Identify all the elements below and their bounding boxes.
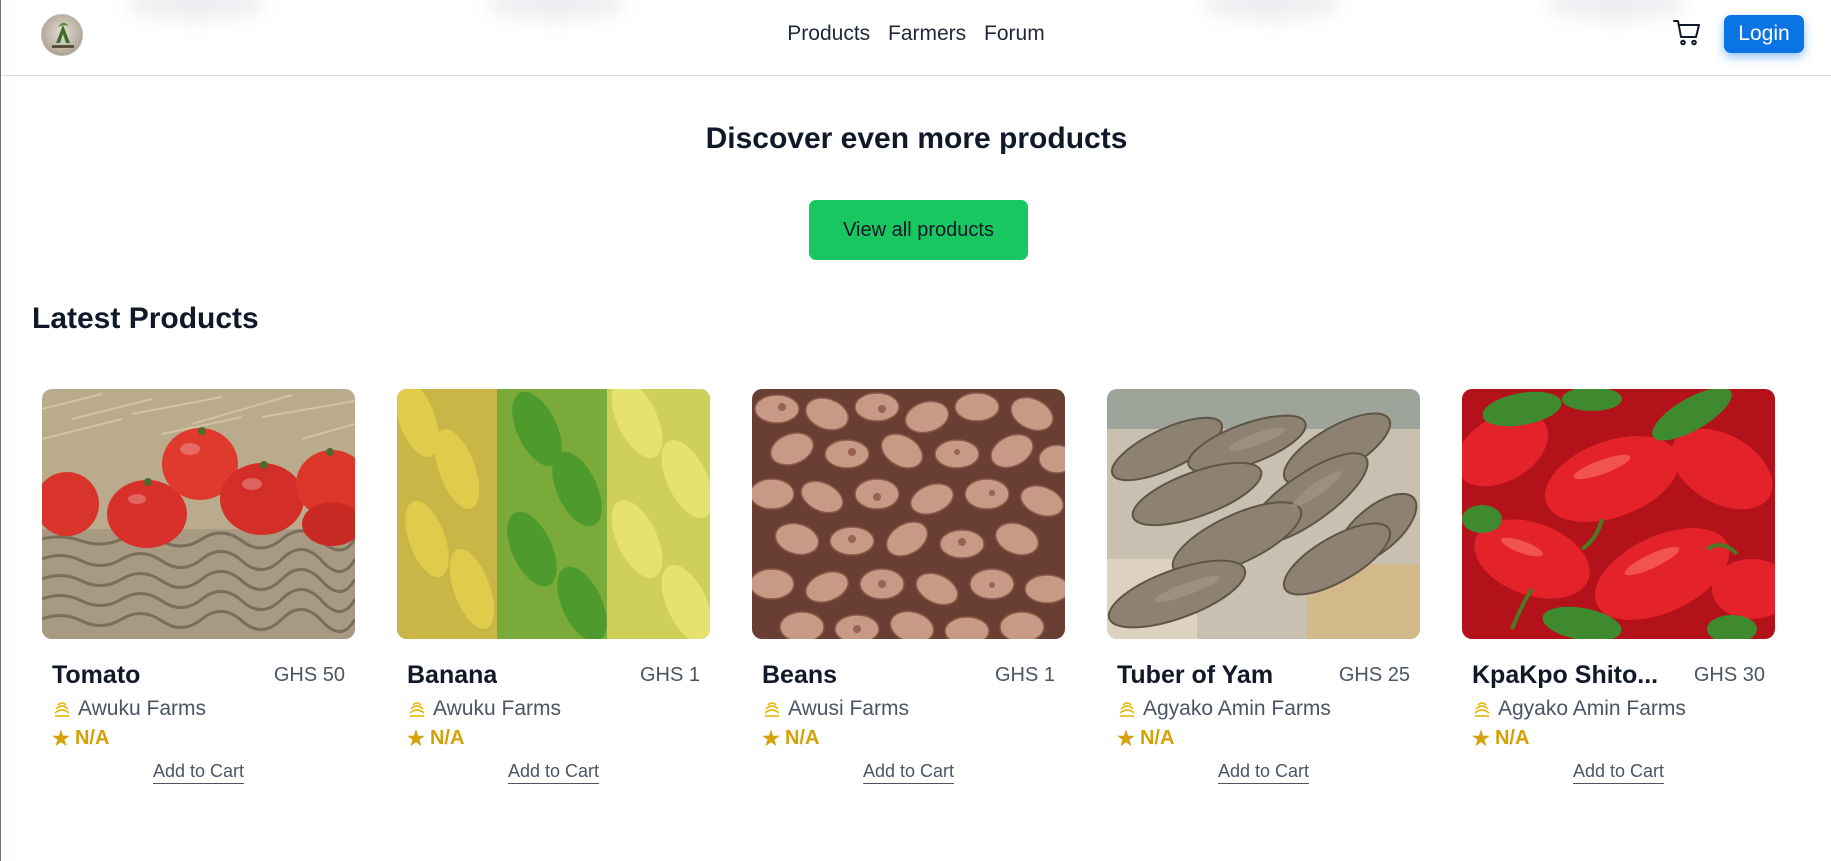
rating-value: N/A: [1494, 726, 1530, 749]
product-rating: ★ N/A: [407, 723, 710, 753]
nav-products[interactable]: Products: [787, 22, 870, 45]
product-price: GHS 1: [994, 664, 1055, 686]
discover-title: Discover even more products: [705, 122, 1128, 155]
product-rating: ★ N/A: [52, 723, 355, 753]
wheat-icon: [1472, 699, 1492, 719]
product-card[interactable]: Banana GHS 1 Awuku Farms ★ N/A Add to Ca…: [397, 389, 710, 784]
product-name[interactable]: Beans: [762, 661, 837, 690]
product-farm: Awusi Farms: [762, 695, 1065, 723]
nav-forum[interactable]: Forum: [984, 22, 1045, 45]
top-navbar: Products Farmers Forum Login: [1, 0, 1831, 76]
product-name[interactable]: Banana: [407, 661, 497, 690]
nav-farmers[interactable]: Farmers: [888, 22, 966, 45]
product-image-peppers[interactable]: [1462, 389, 1775, 639]
rating-value: N/A: [1139, 726, 1175, 749]
header-decoration: [1546, 0, 1686, 20]
product-rating: ★ N/A: [1117, 723, 1420, 753]
product-image-tomato[interactable]: [42, 389, 355, 639]
product-name[interactable]: KpaKpo Shito...: [1472, 661, 1658, 690]
header-decoration: [1201, 0, 1341, 20]
rating-value: N/A: [429, 726, 465, 749]
add-to-cart-button[interactable]: Add to Cart: [1572, 761, 1665, 784]
wheat-icon: [1117, 699, 1137, 719]
wheat-icon: [407, 699, 427, 719]
header-decoration: [126, 0, 266, 20]
product-rating: ★ N/A: [762, 723, 1065, 753]
product-image-banana[interactable]: [397, 389, 710, 639]
star-icon: ★: [762, 727, 780, 750]
header-decoration: [486, 0, 626, 20]
product-rating: ★ N/A: [1472, 723, 1775, 753]
add-to-cart-button[interactable]: Add to Cart: [507, 761, 600, 784]
farm-name[interactable]: Awuku Farms: [78, 697, 206, 721]
product-name[interactable]: Tuber of Yam: [1117, 661, 1273, 690]
product-card[interactable]: KpaKpo Shito... GHS 30 Agyako Amin Farms…: [1462, 389, 1775, 784]
wheat-icon: [762, 699, 782, 719]
product-farm: Awuku Farms: [407, 695, 710, 723]
rating-value: N/A: [74, 726, 110, 749]
main-nav: Products Farmers Forum: [1, 22, 1831, 46]
star-icon: ★: [52, 727, 70, 750]
product-card[interactable]: Tuber of Yam GHS 25 Agyako Amin Farms ★ …: [1107, 389, 1420, 784]
product-image-yam[interactable]: [1107, 389, 1420, 639]
shopping-cart-icon[interactable]: [1671, 16, 1703, 48]
star-icon: ★: [407, 727, 425, 750]
farm-name[interactable]: Agyako Amin Farms: [1143, 697, 1331, 721]
farm-name[interactable]: Awuku Farms: [433, 697, 561, 721]
product-name[interactable]: Tomato: [52, 661, 140, 690]
add-to-cart-button[interactable]: Add to Cart: [862, 761, 955, 784]
product-price: GHS 50: [273, 664, 345, 686]
star-icon: ★: [1117, 727, 1135, 750]
add-to-cart-button[interactable]: Add to Cart: [152, 761, 245, 784]
product-farm: Agyako Amin Farms: [1117, 695, 1420, 723]
rating-value: N/A: [784, 726, 820, 749]
star-icon: ★: [1472, 727, 1490, 750]
product-farm: Agyako Amin Farms: [1472, 695, 1775, 723]
product-farm: Awuku Farms: [52, 695, 355, 723]
product-price: GHS 1: [639, 664, 700, 686]
product-price: GHS 25: [1338, 664, 1410, 686]
farm-name[interactable]: Awusi Farms: [788, 697, 909, 721]
farm-name[interactable]: Agyako Amin Farms: [1498, 697, 1686, 721]
login-button[interactable]: Login: [1724, 15, 1804, 53]
product-image-beans[interactable]: [752, 389, 1065, 639]
add-to-cart-button[interactable]: Add to Cart: [1217, 761, 1310, 784]
product-card[interactable]: Tomato GHS 50 Awuku Farms ★ N/A Add to C…: [42, 389, 355, 784]
product-price: GHS 30: [1693, 664, 1765, 686]
product-card[interactable]: Beans GHS 1 Awusi Farms ★ N/A Add to Car…: [752, 389, 1065, 784]
latest-products-title: Latest Products: [32, 302, 259, 335]
wheat-icon: [52, 699, 72, 719]
view-all-products-button[interactable]: View all products: [809, 200, 1028, 260]
